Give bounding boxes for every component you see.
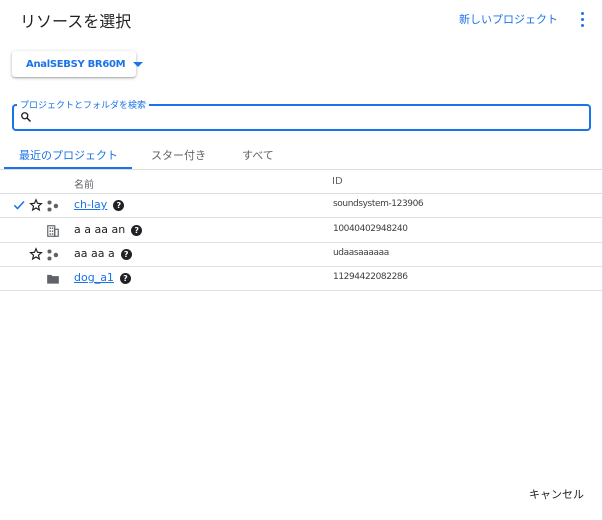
row-id: 11294422082286 — [333, 272, 408, 282]
row-name-text[interactable]: a a aa an — [74, 223, 125, 236]
row-id: 10040402948240 — [333, 224, 408, 234]
search-label: プロジェクトとフォルダを検索 — [17, 98, 150, 111]
table-row[interactable]: aa aa a? udaasaaaaaa — [0, 243, 603, 267]
tab-bar: 最近のプロジェクト スター付き すべて — [0, 143, 603, 170]
row-name[interactable]: aa aa a? — [74, 247, 132, 260]
row-name[interactable]: dog_a1? — [74, 271, 131, 284]
cancel-button[interactable]: キャンセル — [529, 486, 584, 502]
select-resource-dialog: リソースを選択 新しいプロジェクト AnalSEBSY BR60M プロジェクト… — [0, 0, 603, 520]
star-outline-icon[interactable] — [29, 247, 43, 261]
row-id: soundsystem-123906 — [333, 199, 424, 209]
more-dot — [581, 24, 584, 27]
arrow-drop-down-icon — [133, 61, 144, 67]
row-name-text[interactable]: dog_a1 — [74, 271, 114, 284]
more-dot — [581, 18, 584, 21]
more-vert-icon[interactable] — [574, 10, 590, 28]
star-outline-icon[interactable] — [29, 198, 43, 212]
row-name[interactable]: a a aa an? — [74, 223, 143, 236]
table-header: 名前 ID — [0, 171, 603, 194]
project-icon — [47, 200, 59, 212]
column-header-id: ID — [332, 176, 343, 187]
row-name-text[interactable]: ch-lay — [74, 198, 107, 211]
help-icon[interactable]: ? — [119, 273, 131, 284]
help-icon[interactable]: ? — [113, 200, 125, 211]
help-icon[interactable]: ? — [131, 225, 143, 236]
check-icon — [13, 200, 25, 210]
row-id: udaasaaaaaa — [333, 248, 389, 258]
row-name-text[interactable]: aa aa a — [74, 247, 115, 260]
more-dot — [581, 12, 584, 15]
table-row[interactable]: dog_a1? 11294422082286 — [0, 267, 603, 291]
organization-name: AnalSEBSY BR60M — [26, 58, 126, 70]
row-name[interactable]: ch-lay? — [74, 198, 125, 211]
help-icon[interactable]: ? — [120, 249, 132, 260]
project-icon — [47, 249, 59, 261]
dialog-title: リソースを選択 — [20, 12, 132, 31]
table-row[interactable]: a a aa an? 10040402948240 — [0, 219, 603, 243]
table-row[interactable]: ch-lay? soundsystem-123906 — [0, 194, 603, 218]
organization-icon — [47, 225, 59, 237]
organization-selector[interactable]: AnalSEBSY BR60M — [12, 51, 144, 77]
tab-recent-projects[interactable]: 最近のプロジェクト — [19, 147, 118, 163]
tab-starred[interactable]: スター付き — [151, 147, 206, 163]
column-header-name: 名前 — [74, 180, 94, 191]
folder-icon — [47, 274, 59, 284]
active-tab-indicator — [4, 167, 132, 169]
tab-all[interactable]: すべて — [242, 147, 274, 163]
search-icon — [21, 112, 32, 123]
new-project-link[interactable]: 新しいプロジェクト — [459, 11, 558, 27]
